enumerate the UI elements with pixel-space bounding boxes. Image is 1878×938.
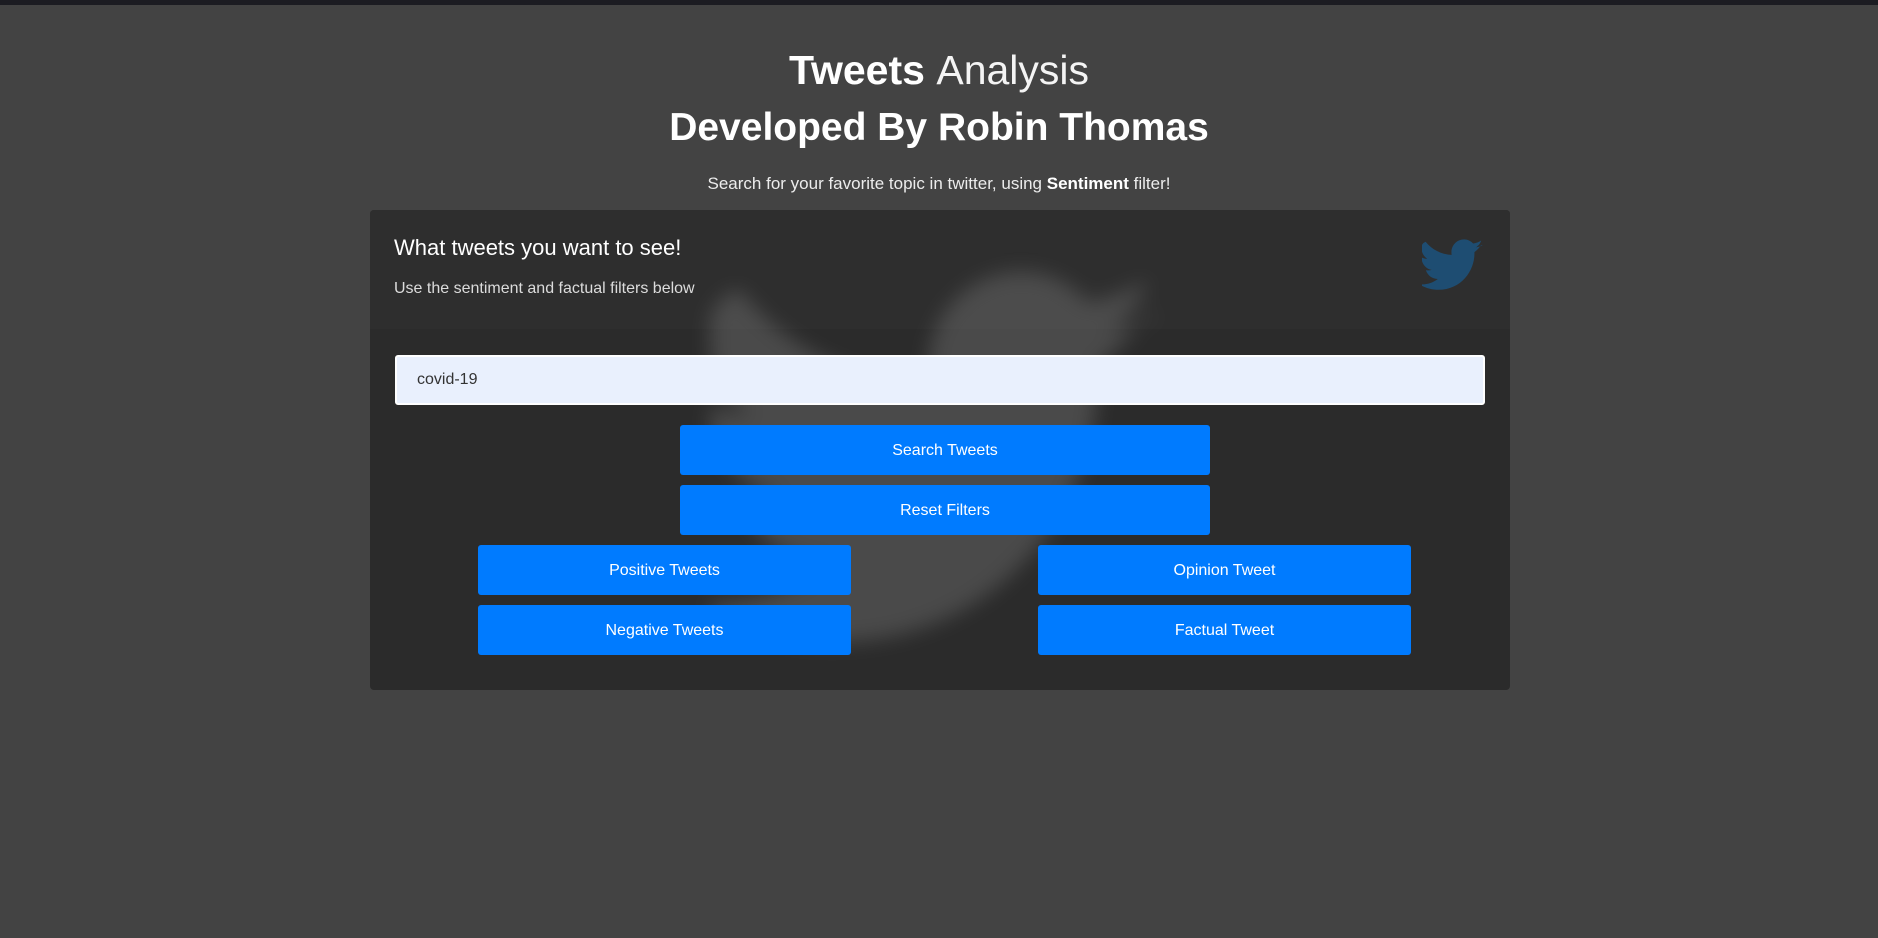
tagline-bold: Sentiment (1046, 174, 1129, 193)
page-subtitle: Developed By Robin Thomas (669, 106, 1209, 149)
card-description: Use the sentiment and factual filters be… (394, 280, 695, 297)
page-title: Tweets Analysis (0, 44, 1878, 96)
positive-tweets-button[interactable]: Positive Tweets (478, 545, 851, 595)
tagline-prefix: Search for your favorite topic in twitte… (707, 174, 1047, 193)
title-light: Analysis (936, 47, 1090, 93)
negative-tweets-button[interactable]: Negative Tweets (478, 605, 851, 655)
search-input[interactable] (395, 355, 1485, 405)
page-header: Tweets Analysis Developed By Robin Thoma… (0, 44, 1878, 195)
factual-tweet-button[interactable]: Factual Tweet (1038, 605, 1411, 655)
tagline-suffix: filter! (1128, 174, 1171, 193)
search-tweets-button[interactable]: Search Tweets (680, 425, 1210, 475)
tagline: Search for your favorite topic in twitte… (0, 173, 1878, 195)
card-title: What tweets you want to see! (394, 235, 682, 260)
twitter-bird-icon (1422, 239, 1483, 290)
search-card: What tweets you want to see! Use the sen… (370, 210, 1510, 690)
reset-filters-button[interactable]: Reset Filters (680, 485, 1210, 535)
opinion-tweet-button[interactable]: Opinion Tweet (1038, 545, 1411, 595)
title-bold: Tweets (788, 47, 925, 93)
top-bar (0, 0, 1878, 5)
